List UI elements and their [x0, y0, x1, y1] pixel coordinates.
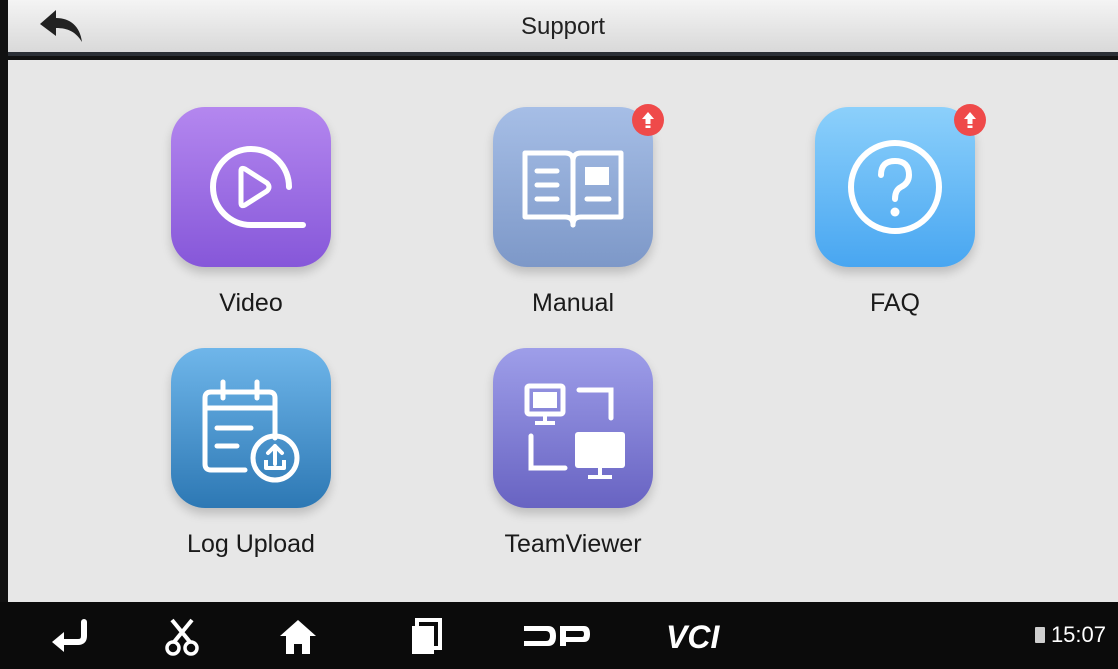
status-area: 15:07	[1034, 622, 1106, 648]
page-title: Support	[520, 13, 606, 40]
vci-button[interactable]: VCI	[664, 612, 734, 660]
update-badge	[632, 104, 664, 136]
question-mark-icon	[848, 140, 942, 234]
manual-app[interactable]: Manual	[473, 104, 673, 318]
faq-app[interactable]: FAQ	[795, 104, 995, 318]
teamviewer-app[interactable]: TeamViewer	[473, 348, 673, 559]
recent-apps-button[interactable]	[404, 612, 444, 660]
video-label: Video	[219, 289, 283, 317]
screenshot-button[interactable]	[162, 612, 202, 660]
app-grid: Video Manual FAQ Log Upload TeamViewer	[8, 60, 1118, 602]
nav-back-button[interactable]	[44, 612, 94, 660]
manual-label: Manual	[532, 289, 614, 317]
teamviewer-tile[interactable]	[493, 348, 653, 508]
teamviewer-label: TeamViewer	[504, 530, 642, 558]
back-arrow-icon	[52, 619, 87, 652]
battery-icon	[1034, 627, 1045, 643]
video-tile[interactable]	[171, 107, 331, 267]
update-arrow-icon	[964, 112, 976, 128]
system-navigation-bar: VCI 15:07	[0, 602, 1118, 669]
manual-book-icon	[522, 150, 624, 228]
faq-label: FAQ	[869, 289, 920, 317]
faq-tile[interactable]	[815, 104, 986, 267]
home-icon	[280, 620, 316, 654]
vci-logo-icon: VCI	[666, 619, 720, 655]
video-app[interactable]: Video	[151, 107, 351, 318]
title-bar: Support	[8, 0, 1118, 56]
log-upload-icon	[202, 379, 300, 483]
screen: Support Video Manual FAQ Log Upload Team…	[0, 0, 1118, 669]
manual-tile[interactable]	[493, 104, 664, 267]
log-upload-tile[interactable]	[171, 348, 331, 508]
log-upload-app[interactable]: Log Upload	[151, 348, 351, 559]
update-badge	[954, 104, 986, 136]
dp-logo-icon	[524, 626, 590, 646]
remote-screens-icon	[524, 383, 625, 479]
home-button[interactable]	[276, 612, 320, 660]
video-play-icon	[210, 146, 306, 228]
clock: 15:07	[1050, 622, 1106, 647]
dp-button[interactable]	[522, 612, 592, 660]
recent-apps-icon	[412, 618, 442, 654]
vci-label: VCI	[666, 619, 720, 655]
update-arrow-icon	[642, 112, 654, 128]
log-upload-label: Log Upload	[187, 530, 315, 558]
scissors-icon	[165, 618, 199, 656]
